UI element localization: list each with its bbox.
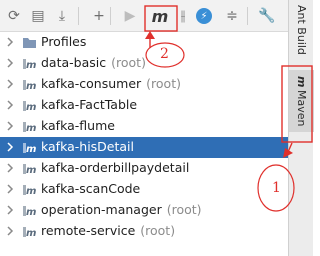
tree-row[interactable]: m kafka-orderbillpaydetail: [0, 158, 288, 179]
folder-icon: [23, 38, 36, 48]
skip-tests-icon[interactable]: ⚡: [196, 8, 212, 24]
module-root-suffix: (root): [166, 202, 202, 217]
svg-text:m: m: [26, 102, 36, 113]
toggle-offline-icon[interactable]: ⫲: [172, 5, 194, 27]
ant-build-tab[interactable]: Ant Build: [289, 0, 314, 60]
tree-row-label: kafka-scanCode: [41, 181, 140, 196]
svg-text:m: m: [26, 228, 36, 239]
collapse-all-icon[interactable]: ≑: [221, 5, 243, 27]
right-tool-strip: Ant Build m Maven: [288, 0, 314, 256]
maven-project-tree: Profiles m data-basic (root) m kafka-consumer…: [0, 32, 288, 256]
tree-row-label: data-basic (root): [41, 55, 146, 70]
tree-row[interactable]: m kafka-consumer (root): [0, 74, 288, 95]
svg-text:m: m: [26, 123, 36, 134]
reimport-icon[interactable]: ⟳: [3, 5, 25, 27]
module-root-suffix: (root): [111, 55, 146, 70]
toolbar-separator: [78, 7, 79, 25]
toolbar-separator: [247, 7, 248, 25]
svg-text:m: m: [26, 207, 36, 218]
chevron-right-icon[interactable]: [4, 120, 16, 132]
download-icon[interactable]: ⤓: [51, 5, 73, 27]
chevron-right-icon[interactable]: [4, 183, 16, 195]
module-name: kafka-flume: [41, 118, 115, 133]
chevron-right-icon[interactable]: [4, 99, 16, 111]
execute-goal-icon[interactable]: m: [149, 5, 171, 27]
tree-row[interactable]: m kafka-flume: [0, 116, 288, 137]
tree-row[interactable]: m operation-manager (root): [0, 200, 288, 221]
module-name: data-basic: [41, 55, 107, 70]
tree-row-label: remote-service (root): [41, 223, 175, 238]
svg-text:m: m: [26, 144, 36, 155]
maven-module-icon: m: [23, 164, 36, 176]
svg-text:m: m: [26, 60, 36, 71]
tree-row-label: kafka-hisDetail: [41, 139, 134, 154]
maven-toolbar: ⟳ ▤ ⤓ + ▶ m ⫲ ⚡ ≑ 🔧: [0, 0, 288, 32]
tree-row[interactable]: Profiles: [0, 32, 288, 53]
maven-tab-label: Maven: [295, 89, 308, 127]
maven-module-icon: m: [23, 227, 36, 239]
svg-text:m: m: [26, 186, 36, 197]
module-name: kafka-consumer: [41, 76, 142, 91]
maven-module-icon: m: [23, 143, 36, 155]
tree-row-label: operation-manager (root): [41, 202, 202, 217]
maven-panel: ⟳ ▤ ⤓ + ▶ m ⫲ ⚡ ≑ 🔧 Profiles m data-basic (root) m kaf…: [0, 0, 288, 256]
maven-module-icon: m: [23, 185, 36, 197]
tree-row[interactable]: m kafka-FactTable: [0, 95, 288, 116]
module-name: kafka-FactTable: [41, 97, 138, 112]
tree-row-label: kafka-flume: [41, 118, 115, 133]
maven-tab[interactable]: m Maven: [289, 70, 314, 132]
tree-row-label: Profiles: [41, 34, 86, 49]
chevron-right-icon[interactable]: [4, 204, 16, 216]
maven-module-icon: m: [23, 80, 36, 92]
maven-module-icon: m: [23, 101, 36, 113]
svg-text:m: m: [26, 165, 36, 176]
annotation-marker-2: 2: [160, 46, 169, 62]
svg-text:m: m: [26, 81, 36, 92]
run-icon[interactable]: ▶: [119, 5, 141, 27]
chevron-right-icon[interactable]: [4, 36, 16, 48]
chevron-right-icon[interactable]: [4, 141, 16, 153]
module-name: operation-manager: [41, 202, 162, 217]
module-root-suffix: (root): [140, 223, 176, 238]
chevron-right-icon[interactable]: [4, 162, 16, 174]
tree-row-label: kafka-consumer (root): [41, 76, 181, 91]
module-name: remote-service: [41, 223, 136, 238]
module-name: kafka-hisDetail: [41, 139, 134, 154]
module-name: kafka-scanCode: [41, 181, 141, 196]
maven-module-icon: m: [23, 122, 36, 134]
maven-module-icon: m: [23, 206, 36, 218]
module-name: Profiles: [41, 34, 87, 49]
settings-wrench-icon[interactable]: 🔧: [256, 5, 278, 27]
tree-row-label: kafka-FactTable: [41, 97, 137, 112]
annotation-marker-1: 1: [272, 180, 281, 196]
tree-row[interactable]: m kafka-scanCode: [0, 179, 288, 200]
add-project-icon[interactable]: ▤: [27, 5, 49, 27]
tree-row[interactable]: m kafka-hisDetail: [0, 137, 288, 158]
chevron-right-icon[interactable]: [4, 225, 16, 237]
toolbar-separator: [110, 7, 111, 25]
tree-row[interactable]: m remote-service (root): [0, 221, 288, 242]
tree-row-label: kafka-orderbillpaydetail: [41, 160, 189, 175]
module-name: kafka-orderbillpaydetail: [41, 160, 190, 175]
chevron-right-icon[interactable]: [4, 57, 16, 69]
tree-row[interactable]: m data-basic (root): [0, 53, 288, 74]
maven-module-icon: m: [23, 59, 36, 71]
chevron-right-icon[interactable]: [4, 78, 16, 90]
add-icon[interactable]: +: [88, 5, 110, 27]
maven-m-icon: m: [295, 75, 308, 87]
module-root-suffix: (root): [146, 76, 181, 91]
ant-build-tab-label: Ant Build: [295, 5, 308, 55]
